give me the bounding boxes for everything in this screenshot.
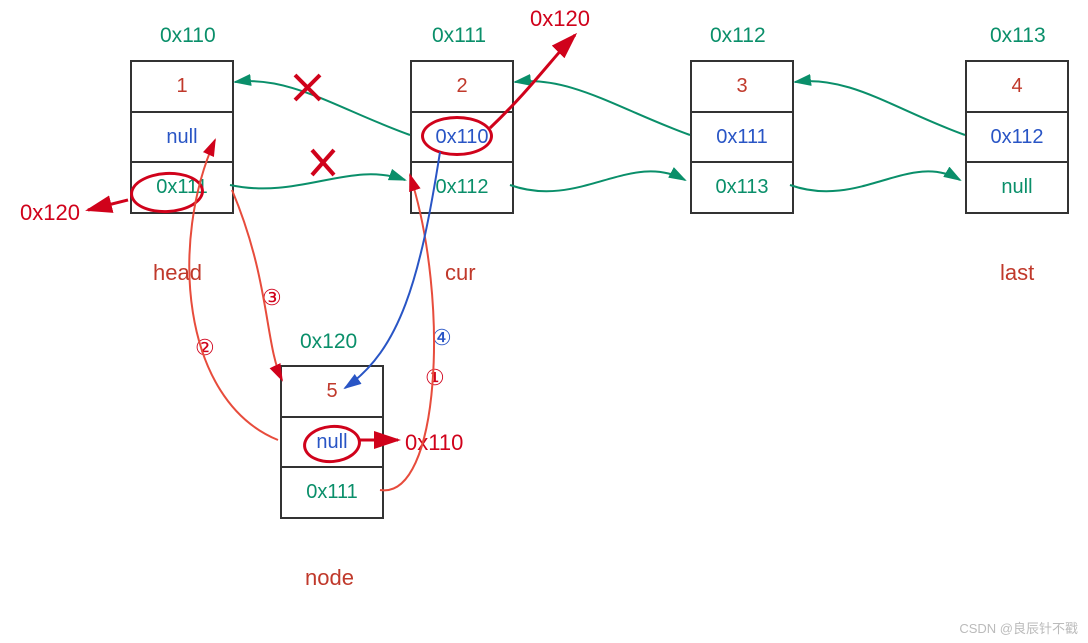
new-next: 0x111: [282, 468, 382, 517]
watermark: CSDN @良辰针不戳: [959, 618, 1078, 637]
last-next: null: [967, 163, 1067, 212]
step-1: ①: [425, 365, 445, 391]
ann-node-prev-new: 0x110: [405, 430, 463, 456]
label-new: node: [305, 565, 354, 591]
cur-next: 0x112: [412, 163, 512, 212]
cur-val: 2: [412, 62, 512, 113]
ann-head-next-new: 0x120: [20, 200, 80, 226]
label-last: last: [1000, 260, 1034, 286]
step-3: ③: [262, 285, 282, 311]
n3-next: 0x113: [692, 163, 792, 212]
last-val: 4: [967, 62, 1067, 113]
last-prev: 0x112: [967, 113, 1067, 164]
head-val: 1: [132, 62, 232, 113]
addr-n3: 0x112: [710, 24, 766, 48]
addr-new: 0x120: [300, 330, 357, 354]
label-head: head: [153, 260, 202, 286]
n3-val: 3: [692, 62, 792, 113]
label-cur: cur: [445, 260, 476, 286]
n3-prev: 0x111: [692, 113, 792, 164]
node-last: 4 0x112 null: [965, 60, 1069, 214]
addr-head: 0x110: [160, 24, 216, 48]
node-n3: 3 0x111 0x113: [690, 60, 794, 214]
addr-cur: 0x111: [432, 24, 486, 48]
step-2: ②: [195, 335, 215, 361]
new-val: 5: [282, 367, 382, 418]
step-4: ④: [432, 325, 452, 351]
circle-cur-prev: [421, 116, 493, 156]
ann-cur-prev-new: 0x120: [530, 6, 590, 32]
addr-last: 0x113: [990, 24, 1046, 48]
head-prev: null: [132, 113, 232, 164]
